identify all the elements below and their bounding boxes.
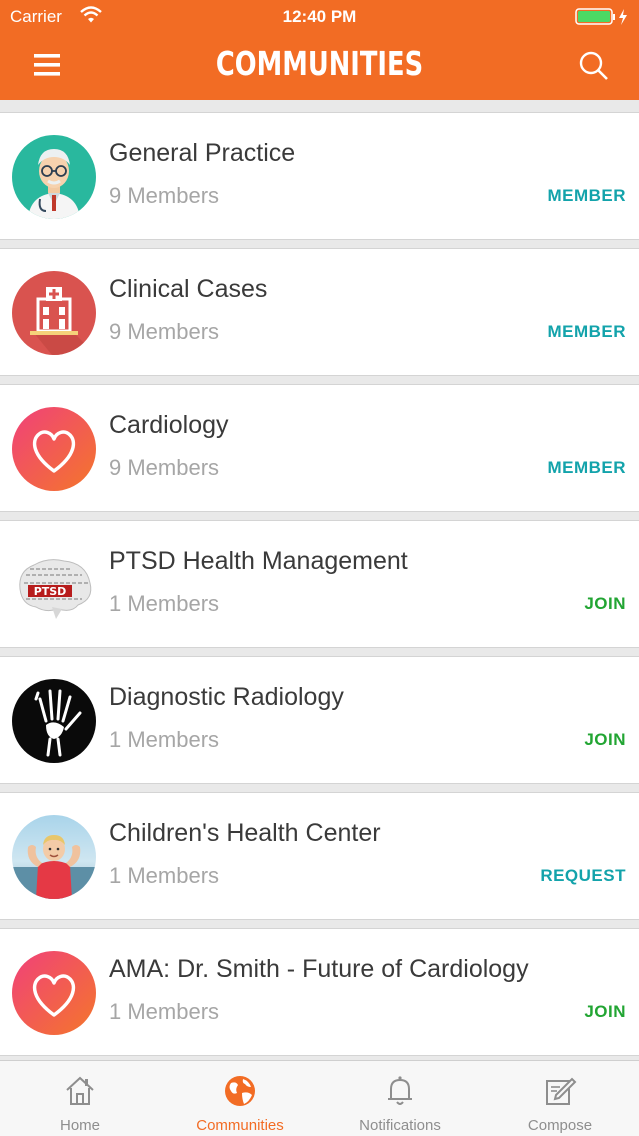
- home-icon: [66, 1076, 94, 1105]
- member-button[interactable]: MEMBER: [547, 322, 626, 342]
- ptsd-image-text: PTSD: [34, 585, 67, 598]
- tab-label: Compose: [527, 1117, 593, 1134]
- compose-icon: [546, 1077, 577, 1105]
- globe-icon: [225, 1076, 255, 1106]
- join-button[interactable]: JOIN: [584, 594, 626, 614]
- hospital-icon: [12, 271, 96, 355]
- community-name: Diagnostic Radiology: [109, 683, 344, 711]
- member-count: 1 Members: [109, 591, 220, 616]
- tab-notifications[interactable]: Notifications: [320, 1061, 480, 1136]
- tab-bar: Home Communities Notifications Compose: [0, 1060, 639, 1136]
- page-title: COMMUNITIES: [215, 44, 424, 83]
- list-item[interactable]: PTSD PTSD Health Management 1 Members JO…: [0, 520, 639, 648]
- communities-list[interactable]: General Practice 9 Members MEMBER Clinic…: [0, 100, 639, 1060]
- app-header: Carrier 12:40 PM COMMUNITIES: [0, 0, 639, 100]
- tab-label: Home: [59, 1117, 100, 1134]
- member-button[interactable]: MEMBER: [547, 458, 626, 478]
- child-photo: [12, 815, 96, 899]
- status-bar: Carrier 12:40 PM: [0, 0, 639, 34]
- heart-icon: [12, 407, 96, 491]
- tab-compose[interactable]: Compose: [480, 1061, 639, 1136]
- join-button[interactable]: JOIN: [584, 1002, 626, 1022]
- member-count: 1 Members: [109, 863, 220, 888]
- member-button[interactable]: MEMBER: [547, 186, 626, 206]
- community-name: General Practice: [109, 139, 296, 167]
- nav-bar: COMMUNITIES: [0, 34, 639, 100]
- community-name: Cardiology: [109, 411, 229, 439]
- tab-label: Notifications: [359, 1117, 441, 1134]
- tab-home[interactable]: Home: [0, 1061, 160, 1136]
- xray-hand-icon: [12, 679, 96, 763]
- community-name: AMA: Dr. Smith - Future of Cardiology: [109, 955, 529, 983]
- tab-label: Communities: [196, 1117, 284, 1134]
- doctor-avatar: [12, 135, 96, 219]
- list-item[interactable]: Cardiology 9 Members MEMBER: [0, 384, 639, 512]
- member-count: 1 Members: [109, 727, 220, 752]
- ptsd-brain-image: PTSD: [12, 543, 96, 627]
- member-count: 9 Members: [109, 455, 220, 480]
- list-item[interactable]: Diagnostic Radiology 1 Members JOIN: [0, 656, 639, 784]
- tab-communities[interactable]: Communities: [160, 1061, 320, 1136]
- member-count: 1 Members: [109, 999, 220, 1024]
- menu-icon[interactable]: [30, 50, 66, 80]
- community-name: Children's Health Center: [109, 819, 381, 847]
- heart-icon: [12, 951, 96, 1035]
- member-count: 9 Members: [109, 183, 220, 208]
- search-icon[interactable]: [574, 46, 614, 86]
- list-item[interactable]: Children's Health Center 1 Members REQUE…: [0, 792, 639, 920]
- join-button[interactable]: JOIN: [584, 730, 626, 750]
- bell-icon: [388, 1076, 412, 1105]
- battery-icon: [575, 8, 627, 25]
- list-item[interactable]: AMA: Dr. Smith - Future of Cardiology 1 …: [0, 928, 639, 1056]
- request-button[interactable]: REQUEST: [540, 866, 626, 886]
- status-time: 12:40 PM: [282, 7, 357, 26]
- list-item[interactable]: Clinical Cases 9 Members MEMBER: [0, 248, 639, 376]
- list-item[interactable]: General Practice 9 Members MEMBER: [0, 112, 639, 240]
- community-name: PTSD Health Management: [109, 547, 408, 575]
- member-count: 9 Members: [109, 319, 220, 344]
- community-name: Clinical Cases: [109, 275, 268, 303]
